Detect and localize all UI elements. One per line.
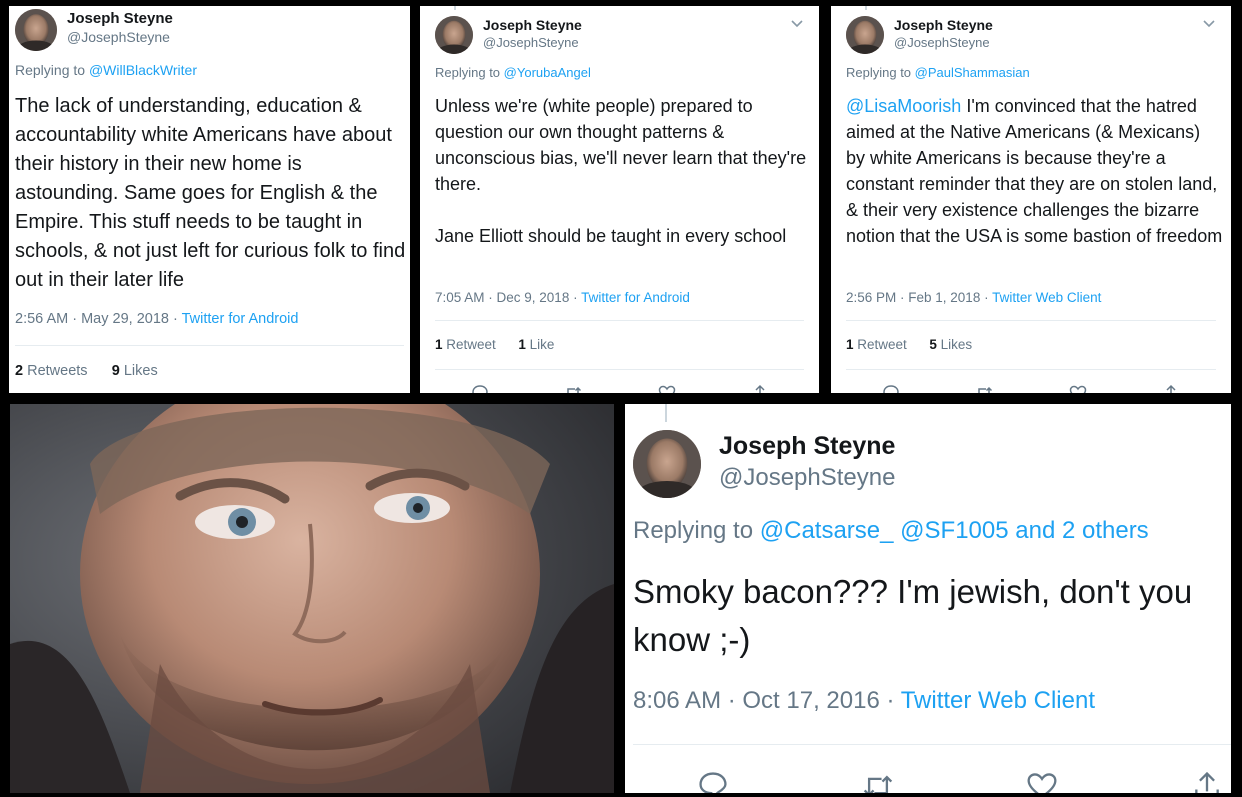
retweets-label: Retweet (857, 337, 907, 352)
user-handle[interactable]: @JosephSteyne (719, 464, 895, 492)
tweet-text-paragraph-2: Jane Elliott should be taught in every s… (435, 226, 787, 246)
retweets-label: Retweet (446, 337, 496, 352)
mention-link[interactable]: @LisaMoorish (846, 96, 961, 116)
likes-label: Likes (940, 337, 973, 352)
likes-label: Likes (123, 363, 158, 379)
replying-to: Replying to @YorubaAngel (435, 65, 591, 80)
avatar[interactable] (435, 16, 473, 54)
retweets-stat[interactable]: 1 Retweet (435, 337, 496, 352)
reply-mention-link[interactable]: @Catsarse_ @SF1005 and 2 others (760, 517, 1149, 544)
tweet-text: @LisaMoorish I'm convinced that the hatr… (846, 93, 1224, 249)
divider (633, 744, 1231, 745)
share-icon[interactable] (1189, 770, 1225, 793)
tweet-card-2: Joseph Steyne @JosephSteyne Replying to … (420, 6, 819, 393)
reply-mention-link[interactable]: @YorubaAngel (504, 65, 591, 80)
share-icon[interactable] (1161, 384, 1181, 393)
source-link[interactable]: Twitter for Android (581, 290, 690, 305)
chevron-down-icon[interactable] (790, 16, 804, 35)
source-link[interactable]: Twitter Web Client (901, 687, 1095, 714)
tweet-text: Unless we're (white people) prepared to … (435, 93, 810, 249)
avatar[interactable] (15, 9, 57, 51)
display-name[interactable]: Joseph Steyne (894, 17, 993, 33)
likes-stat[interactable]: 9 Likes (112, 363, 158, 379)
tweet-timestamp: 2:56 PM · Feb 1, 2018 · Twitter Web Clie… (846, 290, 1101, 305)
tweet-text: The lack of understanding, education & a… (15, 95, 406, 291)
thread-line (865, 6, 867, 10)
retweet-count: 1 (846, 337, 854, 352)
retweet-icon[interactable] (974, 384, 994, 393)
replying-to-label: Replying to (435, 65, 501, 80)
retweets-label: Retweets (27, 363, 88, 379)
divider (15, 345, 404, 346)
display-name[interactable]: Joseph Steyne (719, 432, 895, 461)
tweet-text-body: I'm convinced that the hatred aimed at t… (846, 96, 1223, 246)
avatar[interactable] (846, 16, 884, 54)
likes-stat[interactable]: 1 Like (518, 337, 554, 352)
timestamp-text[interactable]: 2:56 PM · Feb 1, 2018 · (846, 290, 989, 305)
display-name[interactable]: Joseph Steyne (483, 17, 582, 33)
like-count: 9 (111, 363, 120, 379)
retweet-icon[interactable] (563, 384, 583, 393)
tweet-timestamp: 2:56 AM · May 29, 2018 · Twitter for And… (15, 311, 298, 327)
tweet-actions (695, 770, 1225, 793)
like-icon[interactable] (1024, 770, 1060, 793)
retweet-count: 2 (15, 363, 24, 379)
tweet-actions (881, 384, 1181, 393)
tweet-card-1: Joseph Steyne @JosephSteyne Replying to … (9, 6, 410, 393)
replying-to: Replying to @WillBlackWriter (15, 62, 197, 78)
timestamp-text[interactable]: 2:56 AM · May 29, 2018 · (15, 311, 178, 327)
thread-line (665, 404, 667, 422)
like-icon[interactable] (1068, 384, 1088, 393)
like-count: 1 (518, 337, 526, 352)
source-link[interactable]: Twitter Web Client (992, 290, 1101, 305)
avatar[interactable] (633, 430, 701, 498)
retweet-icon[interactable] (860, 770, 896, 793)
tweet-timestamp: 8:06 AM · Oct 17, 2016 · Twitter Web Cli… (633, 687, 1095, 715)
divider (846, 320, 1216, 321)
portrait-photo (10, 404, 614, 793)
tweet-stats: 1 Retweet 5 Likes (846, 337, 972, 352)
divider (435, 369, 804, 370)
reply-icon[interactable] (695, 770, 731, 793)
tweet-timestamp: 7:05 AM · Dec 9, 2018 · Twitter for Andr… (435, 290, 690, 305)
replying-to: Replying to @Catsarse_ @SF1005 and 2 oth… (633, 517, 1149, 545)
tweet-card-4: Joseph Steyne @JosephSteyne Replying to … (625, 404, 1231, 793)
like-icon[interactable] (657, 384, 677, 393)
retweets-stat[interactable]: 2 Retweets (15, 363, 88, 379)
thread-line (454, 6, 456, 10)
user-handle[interactable]: @JosephSteyne (483, 35, 579, 50)
replying-to: Replying to @PaulShammasian (846, 65, 1030, 80)
likes-stat[interactable]: 5 Likes (929, 337, 972, 352)
retweet-count: 1 (435, 337, 443, 352)
tweet-text-paragraph-1: Unless we're (white people) prepared to … (435, 96, 807, 194)
portrait-image (10, 404, 614, 793)
replying-to-label: Replying to (846, 65, 912, 80)
tweet-text: Smoky bacon??? I'm jewish, don't you kno… (633, 573, 1193, 658)
user-handle[interactable]: @JosephSteyne (67, 29, 170, 45)
tweet-stats: 2 Retweets 9 Likes (15, 363, 158, 379)
reply-mention-link[interactable]: @WillBlackWriter (89, 62, 197, 78)
share-icon[interactable] (750, 384, 770, 393)
reply-icon[interactable] (470, 384, 490, 393)
retweets-stat[interactable]: 1 Retweet (846, 337, 907, 352)
timestamp-text[interactable]: 7:05 AM · Dec 9, 2018 · (435, 290, 578, 305)
chevron-down-icon[interactable] (1202, 16, 1216, 35)
user-handle[interactable]: @JosephSteyne (894, 35, 990, 50)
likes-label: Like (529, 337, 555, 352)
source-link[interactable]: Twitter for Android (182, 311, 299, 327)
like-count: 5 (929, 337, 937, 352)
replying-to-label: Replying to (15, 62, 86, 78)
divider (846, 369, 1216, 370)
display-name[interactable]: Joseph Steyne (67, 10, 173, 27)
tweet-actions (470, 384, 770, 393)
timestamp-text[interactable]: 8:06 AM · Oct 17, 2016 · (633, 687, 894, 714)
replying-to-label: Replying to (633, 517, 754, 544)
tweet-stats: 1 Retweet 1 Like (435, 337, 554, 352)
tweet-card-3: Joseph Steyne @JosephSteyne Replying to … (831, 6, 1231, 393)
reply-icon[interactable] (881, 384, 901, 393)
divider (435, 320, 804, 321)
reply-mention-link[interactable]: @PaulShammasian (915, 65, 1030, 80)
